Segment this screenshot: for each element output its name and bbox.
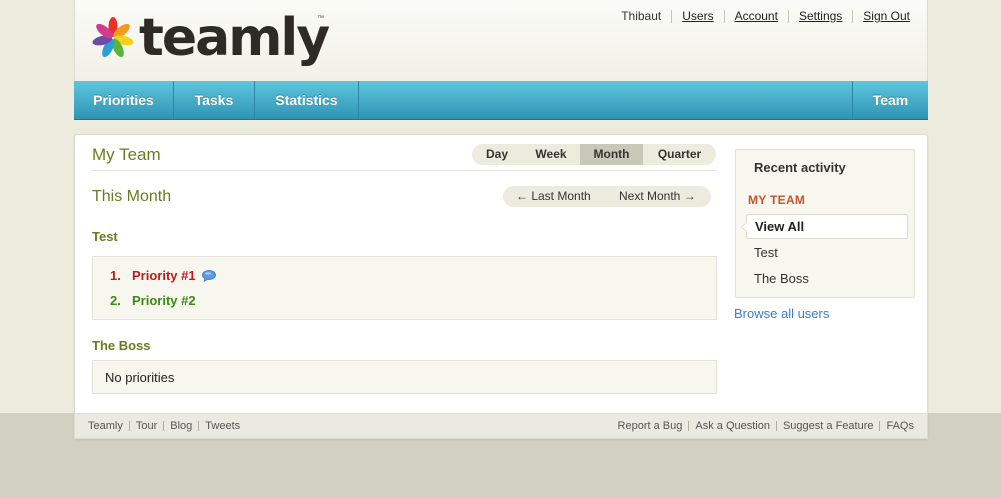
teamly-logo[interactable]: teamly ™ [91,8,331,72]
period-heading: This Month [92,188,172,205]
period-day-button[interactable]: Day [472,144,522,165]
settings-link[interactable]: Settings [799,9,842,23]
team-card: My Team Day Week Month Quarter This Mont… [74,134,928,439]
faqs-link[interactable]: FAQs [886,420,914,432]
tab-priorities[interactable]: Priorities [74,81,174,119]
page-title: My Team [92,145,161,164]
sidebar-item-the-boss[interactable]: The Boss [754,271,809,286]
logo-trademark: ™ [317,15,324,22]
tab-statistics[interactable]: Statistics [255,81,359,119]
suggest-feature-link[interactable]: Suggest a Feature [783,420,874,432]
priority-list-empty: No priorities [92,360,717,394]
users-link[interactable]: Users [682,9,713,23]
divider [671,9,673,23]
footer-left-links: Teamly Tour Blog Tweets [88,420,240,432]
tab-team[interactable]: Team [852,81,928,119]
divider [198,421,200,431]
sidebar-item-view-all[interactable]: View All [741,214,908,239]
logo-wordmark: teamly [139,8,330,68]
active-pointer-fill [742,223,747,231]
priority-link[interactable]: Priority #2 [132,293,196,308]
footer-tour-link[interactable]: Tour [136,420,157,432]
recent-activity-panel: Recent activity MY TEAM View All Test Th… [735,149,915,298]
period-week-button[interactable]: Week [522,144,580,165]
site-footer: Teamly Tour Blog Tweets Report a Bug Ask… [74,413,928,439]
divider [688,421,690,431]
period-month-button[interactable]: Month [580,144,643,165]
comment-bubble-icon[interactable] [201,269,216,282]
divider [775,421,777,431]
footer-teamly-link[interactable]: Teamly [88,420,123,432]
divider [852,9,854,23]
section-heading: MY TEAM [748,193,806,207]
sidebar-item-label: View All [755,219,805,234]
member-name[interactable]: The Boss [92,338,151,353]
priority-list: 1. Priority #1 2. Priority #2 [92,256,717,320]
account-link[interactable]: Account [735,9,778,23]
sign-out-link[interactable]: Sign Out [863,9,910,23]
panel-title: Recent activity [754,160,846,175]
title-divider [92,170,716,171]
browse-all-users-link[interactable]: Browse all users [734,306,829,321]
footer-tweets-link[interactable]: Tweets [205,420,240,432]
period-quarter-button[interactable]: Quarter [643,144,716,165]
priority-number: 2. [110,293,121,308]
main-nav: Priorities Tasks Statistics Team [74,81,928,120]
divider [879,421,881,431]
next-month-button[interactable]: Next Month → [607,186,711,207]
priority-number: 1. [110,268,121,283]
month-pager: ← Last Month Next Month → [503,186,711,207]
report-bug-link[interactable]: Report a Bug [618,420,683,432]
list-item: 2. Priority #2 [110,293,196,308]
tab-tasks[interactable]: Tasks [174,81,255,119]
site-header: teamly ™ Thibaut Users Account Settings … [74,0,928,81]
logo-star-icon [92,17,134,58]
list-item: 1. Priority #1 [110,268,216,283]
divider [163,421,165,431]
member-name[interactable]: Test [92,229,118,244]
current-user-name: Thibaut [621,9,662,23]
divider [723,9,725,23]
user-nav: Thibaut Users Account Settings Sign Out [621,9,910,23]
divider [787,9,789,23]
ask-question-link[interactable]: Ask a Question [695,420,770,432]
last-month-button[interactable]: ← Last Month [503,186,607,207]
priority-link[interactable]: Priority #1 [132,268,196,283]
divider [128,421,130,431]
empty-state-text: No priorities [105,370,175,385]
sidebar-item-test[interactable]: Test [754,245,778,260]
footer-blog-link[interactable]: Blog [170,420,192,432]
period-switcher: Day Week Month Quarter [472,144,716,165]
footer-right-links: Report a Bug Ask a Question Suggest a Fe… [618,420,914,432]
